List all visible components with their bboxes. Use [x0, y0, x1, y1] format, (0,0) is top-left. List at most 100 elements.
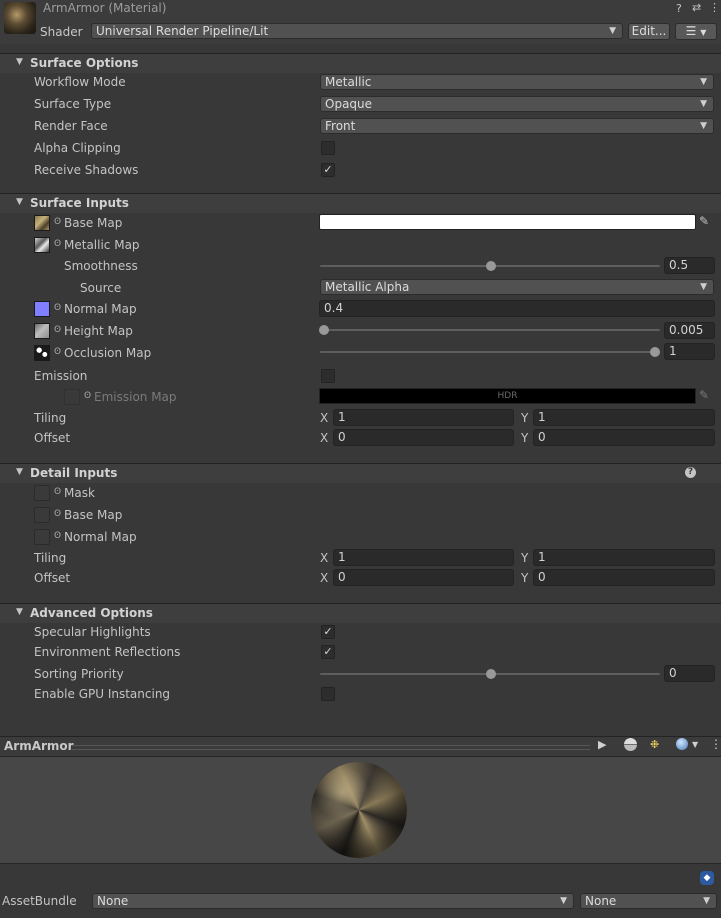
edit-shader-button[interactable]: Edit... — [628, 23, 670, 40]
preview-title: ArmArmor — [4, 739, 74, 753]
texture-picker-icon[interactable]: ʘ — [54, 531, 61, 541]
lights-icon[interactable]: ❉ — [650, 738, 659, 751]
occlusion-slider-track[interactable] — [320, 351, 660, 353]
metallic-map-texture-slot[interactable] — [34, 237, 50, 253]
preview-drag-handle[interactable] — [72, 745, 590, 750]
receive-shadows-checkbox[interactable]: ✓ — [321, 163, 335, 177]
height-value-field[interactable]: 0.005 — [664, 322, 715, 339]
detail-inputs-header[interactable]: ▼ Detail Inputs — [0, 463, 721, 483]
height-slider-handle[interactable] — [319, 325, 329, 335]
help-icon[interactable]: ? — [676, 2, 682, 15]
tiling-x-field[interactable]: 1 — [333, 409, 514, 426]
alpha-clipping-checkbox[interactable] — [321, 141, 335, 155]
detail-offset-y-label: Y — [521, 571, 529, 585]
chevron-down-icon: ▼ — [700, 99, 707, 109]
sorting-priority-slider-handle[interactable] — [486, 669, 496, 679]
dropdown-value: Front — [325, 119, 356, 133]
sphere-icon[interactable] — [624, 738, 637, 751]
dropdown-value: None — [585, 894, 617, 908]
offset-x-label: X — [320, 431, 329, 445]
shader-dropdown[interactable]: Universal Render Pipeline/Lit ▼ — [91, 23, 623, 39]
normal-map-texture-slot[interactable] — [34, 301, 50, 317]
shader-value: Universal Render Pipeline/Lit — [96, 24, 269, 38]
detail-offset-x-field[interactable]: 0 — [333, 569, 514, 586]
occlusion-map-texture-slot[interactable] — [34, 345, 50, 361]
surface-type-label: Surface Type — [34, 97, 112, 111]
foldout-icon: ▼ — [16, 197, 23, 207]
texture-picker-icon[interactable]: ʘ — [54, 487, 61, 497]
dropdown-value: None — [97, 894, 129, 908]
gpu-instancing-checkbox[interactable] — [321, 687, 335, 701]
material-preview-sphere[interactable] — [311, 762, 407, 858]
section-title: Surface Options — [30, 56, 139, 70]
help-icon[interactable]: ? — [685, 467, 696, 478]
emission-map-texture-slot — [64, 389, 80, 405]
eyedropper-icon[interactable]: ✎ — [699, 214, 709, 228]
advanced-options-header[interactable]: ▼ Advanced Options — [0, 603, 721, 623]
asset-bundle-area — [0, 864, 721, 918]
settings-icon[interactable]: ⇄ — [692, 1, 701, 14]
emission-checkbox[interactable] — [321, 369, 335, 383]
workflow-mode-dropdown[interactable]: Metallic ▼ — [320, 74, 714, 90]
height-slider-track[interactable] — [320, 329, 660, 331]
chevron-down-icon: ▼ — [700, 77, 707, 87]
surface-options-header[interactable]: ▼ Surface Options — [0, 53, 721, 73]
texture-picker-icon: ʘ — [84, 391, 92, 401]
chevron-down-icon: ▼ — [700, 121, 707, 131]
detail-normal-map-texture-slot[interactable] — [34, 529, 50, 545]
normal-map-strength-field[interactable]: 0.4 — [319, 300, 715, 317]
more-icon[interactable]: ⋮ — [710, 737, 721, 751]
asset-bundle-name-dropdown[interactable]: None ▼ — [92, 893, 574, 909]
texture-picker-icon[interactable]: ʘ — [54, 347, 61, 357]
offset-y-field[interactable]: 0 — [533, 429, 715, 446]
base-map-texture-slot[interactable] — [34, 215, 50, 231]
texture-picker-icon[interactable]: ʘ — [54, 239, 61, 249]
occlusion-value-field[interactable]: 1 — [664, 343, 715, 360]
smoothness-value-field[interactable]: 0.5 — [664, 257, 715, 274]
texture-picker-icon[interactable]: ʘ — [54, 303, 61, 313]
material-title: ArmArmor (Material) — [43, 1, 167, 15]
play-icon[interactable]: ▶ — [598, 738, 606, 751]
offset-label: Offset — [34, 431, 71, 445]
texture-picker-icon[interactable]: ʘ — [54, 217, 61, 227]
detail-offset-x-label: X — [320, 571, 329, 585]
shader-label: Shader — [40, 25, 83, 39]
asset-bundle-variant-dropdown[interactable]: None ▼ — [580, 893, 717, 909]
source-dropdown[interactable]: Metallic Alpha ▼ — [320, 279, 714, 295]
texture-picker-icon[interactable]: ʘ — [54, 509, 61, 519]
tiling-label: Tiling — [34, 411, 67, 425]
texture-picker-icon[interactable]: ʘ — [54, 325, 61, 335]
section-title: Advanced Options — [30, 606, 153, 620]
base-map-color-field[interactable] — [319, 214, 696, 230]
detail-offset-label: Offset — [34, 571, 71, 585]
preview-shape-icon[interactable] — [676, 738, 688, 750]
detail-offset-y-field[interactable]: 0 — [533, 569, 715, 586]
surface-inputs-header[interactable]: ▼ Surface Inputs — [0, 193, 721, 213]
smoothness-slider-handle[interactable] — [486, 261, 496, 271]
occlusion-slider-handle[interactable] — [650, 347, 660, 357]
sorting-priority-value-field[interactable]: 0 — [664, 665, 715, 682]
list-icon: ☰ — [685, 24, 697, 38]
specular-highlights-label: Specular Highlights — [34, 625, 151, 639]
environment-reflections-checkbox[interactable]: ✓ — [321, 645, 335, 659]
more-icon[interactable]: ⋮ — [709, 1, 720, 14]
detail-tiling-y-field[interactable]: 1 — [533, 549, 715, 566]
mask-texture-slot[interactable] — [34, 485, 50, 501]
chevron-down-icon[interactable]: ▼ — [692, 740, 698, 749]
detail-normal-map-label: Normal Map — [64, 530, 137, 544]
source-label: Source — [80, 281, 122, 295]
tiling-y-label: Y — [521, 411, 529, 425]
tag-icon[interactable]: ◆ — [700, 871, 714, 885]
height-map-texture-slot[interactable] — [34, 323, 50, 339]
tiling-y-field[interactable]: 1 — [533, 409, 715, 426]
detail-base-map-texture-slot[interactable] — [34, 507, 50, 523]
sorting-priority-label: Sorting Priority — [34, 667, 124, 681]
surface-type-dropdown[interactable]: Opaque ▼ — [320, 96, 714, 112]
detail-tiling-x-field[interactable]: 1 — [333, 549, 514, 566]
foldout-icon: ▼ — [16, 57, 23, 67]
render-face-dropdown[interactable]: Front ▼ — [320, 118, 714, 134]
specular-highlights-checkbox[interactable]: ✓ — [321, 625, 335, 639]
material-thumbnail — [4, 2, 36, 34]
list-menu-button[interactable]: ☰ ▼ — [675, 23, 717, 40]
offset-x-field[interactable]: 0 — [333, 429, 514, 446]
